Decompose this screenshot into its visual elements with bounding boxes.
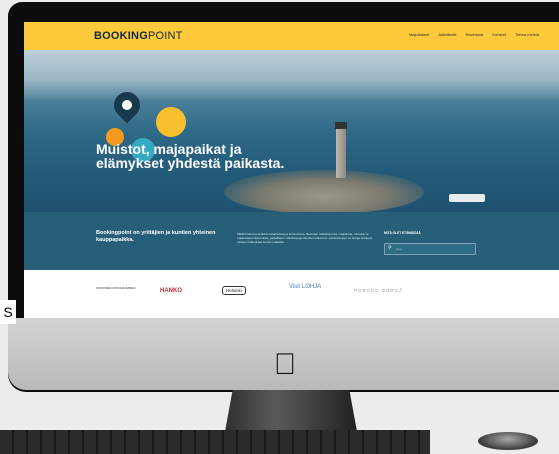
side-letter: S: [0, 300, 16, 324]
partner-logo-hanko[interactable]: HANKO: [160, 288, 182, 294]
search-icon: ⚲: [388, 245, 392, 251]
hero-headline: Muistot, majapaikat ja elämykset yhdestä…: [96, 141, 285, 171]
location-pin-icon: [108, 86, 146, 124]
mouse: [478, 432, 538, 450]
site-header: BOOKINGPOINT Majoitukset Aktiviteetit Ra…: [24, 22, 559, 50]
lighthouse-image: [335, 122, 347, 178]
search-label: MITÄ OLET ETSIMÄSSÄ: [384, 231, 421, 235]
search-input[interactable]: ⚲ Hae...: [384, 243, 476, 255]
band-description: Mikäli haluat ja tiedoksi varattavissa j…: [237, 232, 372, 244]
partner-logo-lohja[interactable]: Visit LOHJA: [289, 284, 321, 290]
website-screen: BOOKINGPOINT Majoitukset Aktiviteetit Ra…: [24, 22, 559, 318]
nav-item-kohteet[interactable]: Kohteet: [492, 32, 506, 37]
island-image: [224, 170, 424, 214]
apple-logo-icon: : [270, 350, 300, 380]
site-logo[interactable]: BOOKINGPOINT: [94, 30, 183, 42]
tagline: Bookingpoint on yrittäjien ja kuntien yh…: [96, 230, 216, 243]
yellow-circle-icon: [156, 107, 186, 137]
hero-banner: Muistot, majapaikat ja elämykset yhdestä…: [24, 50, 559, 214]
main-nav: Majoitukset Aktiviteetit Ravintolat Koht…: [409, 32, 539, 37]
nav-item-ravintolat[interactable]: Ravintolat: [466, 32, 484, 37]
search-placeholder: Hae...: [396, 247, 405, 251]
nav-item-majoitukset[interactable]: Majoitukset: [409, 32, 429, 37]
partner-logo-porvoo[interactable]: PORVOO BORGÅ: [354, 288, 403, 293]
keyboard: [0, 430, 430, 454]
partner-logo-sipoo[interactable]: SIPOOWEN PROGRAMMES: [96, 286, 135, 291]
partner-logos: SIPOOWEN PROGRAMMES HANKO Helsinki Visit…: [24, 270, 559, 318]
ship-image: [449, 194, 485, 202]
nav-item-aktiviteetit[interactable]: Aktiviteetit: [438, 32, 456, 37]
partner-logo-helsinki[interactable]: Helsinki: [222, 286, 246, 295]
nav-item-tietoa[interactable]: Tietoa meistä: [515, 32, 539, 37]
